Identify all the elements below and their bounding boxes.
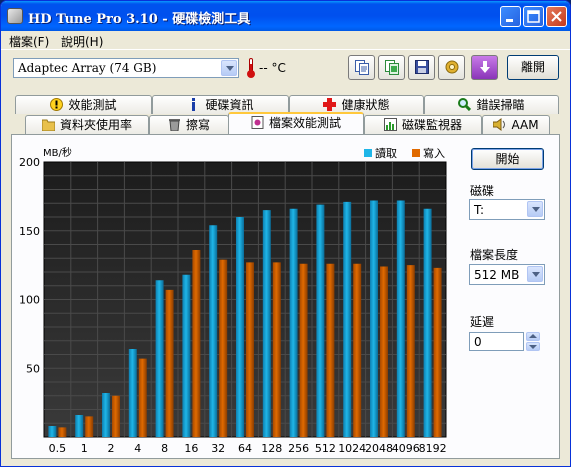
y-tick-label: 200: [19, 156, 40, 169]
file-length-value: 512 MB: [474, 268, 520, 282]
delay-label: 延遲: [470, 315, 495, 329]
x-tick-label: 2048: [365, 442, 393, 455]
x-tick-label: 4: [134, 442, 141, 455]
drive-label: 磁碟: [470, 184, 495, 198]
bar-read: [316, 204, 325, 437]
bar-read: [75, 415, 84, 437]
bar-write: [192, 250, 201, 437]
delay-value: 0: [474, 335, 482, 349]
bar-read: [102, 393, 110, 437]
bar-read: [262, 210, 271, 437]
bar-write: [272, 262, 281, 437]
bar-write: [246, 262, 254, 437]
y-tick-label: 50: [26, 362, 40, 375]
bar-read: [370, 200, 378, 437]
x-tick-label: 8: [161, 442, 168, 455]
x-tick-label: 1024: [338, 442, 366, 455]
x-tick-label: 256: [288, 442, 309, 455]
x-tick-label: 512: [315, 442, 336, 455]
chart: 50 100 150 200MB/秒 0.5 1 2 4 8 16 32 64 128 256 512 102…: [19, 146, 447, 455]
legend-write-label: 寫入: [423, 146, 445, 160]
x-tick-label: 4096: [392, 442, 420, 455]
bar-read: [48, 426, 57, 437]
bar-read: [236, 217, 244, 437]
legend-write-swatch: [412, 149, 420, 157]
legend-read-swatch: [364, 149, 372, 157]
bar-write: [165, 289, 174, 437]
bar-read: [343, 201, 352, 437]
x-tick-label: 128: [261, 442, 282, 455]
delay-input[interactable]: 0: [469, 332, 524, 351]
delay-spin-down-icon[interactable]: [526, 342, 540, 351]
chevron-down-icon[interactable]: [527, 266, 543, 282]
x-tick-label: 64: [238, 442, 252, 455]
tab-file-benchmark-label: 檔案效能測試: [268, 116, 341, 130]
bar-read: [289, 208, 298, 437]
bar-write: [138, 358, 147, 437]
x-tick-label: 32: [211, 442, 225, 455]
x-tick-label: 1: [81, 442, 88, 455]
bar-read: [423, 208, 432, 437]
bar-read: [209, 225, 218, 437]
tab-file-benchmark[interactable]: 檔案效能測試: [228, 112, 364, 134]
bar-read: [396, 200, 405, 437]
bar-write: [433, 267, 442, 437]
y-tick-label: 100: [19, 294, 40, 307]
start-button[interactable]: 開始: [471, 148, 544, 170]
file-length-label: 檔案長度: [470, 248, 519, 262]
bar-write: [326, 263, 335, 437]
app-window: HD Tune Pro 3.10 - 硬碟檢測工具 檔案(F) 說明(H) Ad…: [0, 0, 571, 467]
bar-write: [58, 427, 67, 437]
y-tick-label: 150: [19, 225, 40, 238]
drive-combo-value: T:: [474, 203, 485, 217]
bar-write: [299, 263, 308, 437]
delay-spin-up-icon[interactable]: [526, 332, 540, 341]
bar-read: [155, 280, 164, 437]
x-tick-label: 2: [108, 442, 115, 455]
file-length-combo[interactable]: 512 MB: [469, 264, 545, 285]
bar-write: [406, 265, 415, 437]
legend-read-label: 讀取: [375, 146, 397, 160]
y-axis-label: MB/秒: [43, 146, 72, 159]
bar-read: [182, 274, 191, 437]
file-benchmark-icon: [251, 116, 264, 129]
drive-combo[interactable]: T:: [469, 199, 545, 220]
x-tick-label: 8192: [419, 442, 447, 455]
chevron-down-icon[interactable]: [527, 201, 543, 217]
x-tick-label: 0.5: [49, 442, 67, 455]
bar-read: [128, 349, 137, 437]
bar-write: [112, 395, 120, 437]
bar-write: [380, 266, 388, 437]
bar-write: [219, 259, 228, 437]
bar-write: [353, 263, 362, 437]
bar-write: [85, 416, 94, 437]
x-tick-label: 16: [184, 442, 198, 455]
